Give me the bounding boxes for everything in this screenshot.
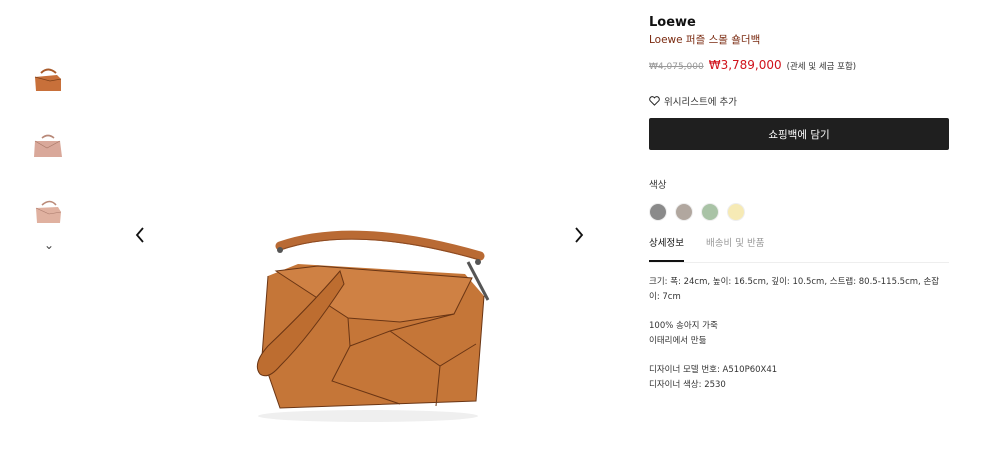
material-line-1: 100% 송아지 가죽 [649, 321, 718, 331]
product-name: Loewe 퍼즐 스몰 숄더백 [649, 34, 761, 46]
color-swatch-taupe[interactable] [675, 203, 693, 221]
previous-image-button[interactable] [130, 222, 150, 248]
color-swatch-sage[interactable] [701, 203, 719, 221]
color-swatch-gray[interactable] [649, 203, 667, 221]
material-line-2: 이태리에서 만듦 [649, 336, 707, 346]
info-tabs: 상세정보 배송비 및 반품 [649, 235, 949, 263]
sale-price: ₩3,789,000 [708, 58, 782, 72]
bag-image [256, 230, 490, 422]
material-info: 100% 송아지 가죽 이태리에서 만듦 [649, 319, 949, 349]
model-number: 디자이너 모델 번호: A510P60X41 [649, 365, 778, 375]
price-row: ₩4,075,000 ₩3,789,000 (관세 및 세금 포함) [649, 58, 949, 72]
bag-thumbnail-icon [34, 134, 62, 157]
details-panel: 크기: 폭: 24cm, 높이: 16.5cm, 깊이: 10.5cm, 스트랩… [649, 275, 949, 393]
main-product-image [240, 226, 500, 426]
designer-info: 디자이너 모델 번호: A510P60X41 디자이너 색상: 2530 [649, 363, 949, 393]
original-price: ₩4,075,000 [649, 62, 704, 72]
thumbnail-3[interactable] [28, 192, 68, 232]
next-image-button[interactable] [569, 222, 589, 248]
add-to-wishlist-button[interactable]: 위시리스트에 추가 [649, 94, 949, 108]
tax-note: (관세 및 세금 포함) [786, 62, 857, 72]
bag-thumbnail-icon [35, 200, 62, 223]
thumbnail-2[interactable] [28, 126, 68, 166]
heart-icon [649, 96, 660, 106]
thumbnail-strip [28, 60, 72, 258]
bag-thumbnail-icon [34, 68, 62, 91]
chevron-left-icon [135, 227, 144, 243]
size-info: 크기: 폭: 24cm, 높이: 16.5cm, 깊이: 10.5cm, 스트랩… [649, 277, 940, 302]
tab-details[interactable]: 상세정보 [649, 235, 684, 262]
color-swatch-yellow[interactable] [727, 203, 745, 221]
tab-shipping-returns[interactable]: 배송비 및 반품 [706, 235, 764, 262]
product-info-panel: Loewe Loewe 퍼즐 스몰 숄더백 ₩4,075,000 ₩3,789,… [649, 14, 949, 407]
chevron-down-icon[interactable]: ⌄ [44, 238, 54, 252]
thumbnail-1[interactable] [28, 60, 68, 100]
add-to-cart-button[interactable]: 쇼핑백에 담기 [649, 118, 949, 150]
brand-name[interactable]: Loewe [649, 14, 949, 32]
chevron-right-icon [575, 227, 584, 243]
color-swatches [649, 203, 949, 221]
color-label: 색상 [649, 180, 667, 191]
designer-color: 디자이너 색상: 2530 [649, 380, 726, 390]
wishlist-label: 위시리스트에 추가 [664, 97, 737, 108]
